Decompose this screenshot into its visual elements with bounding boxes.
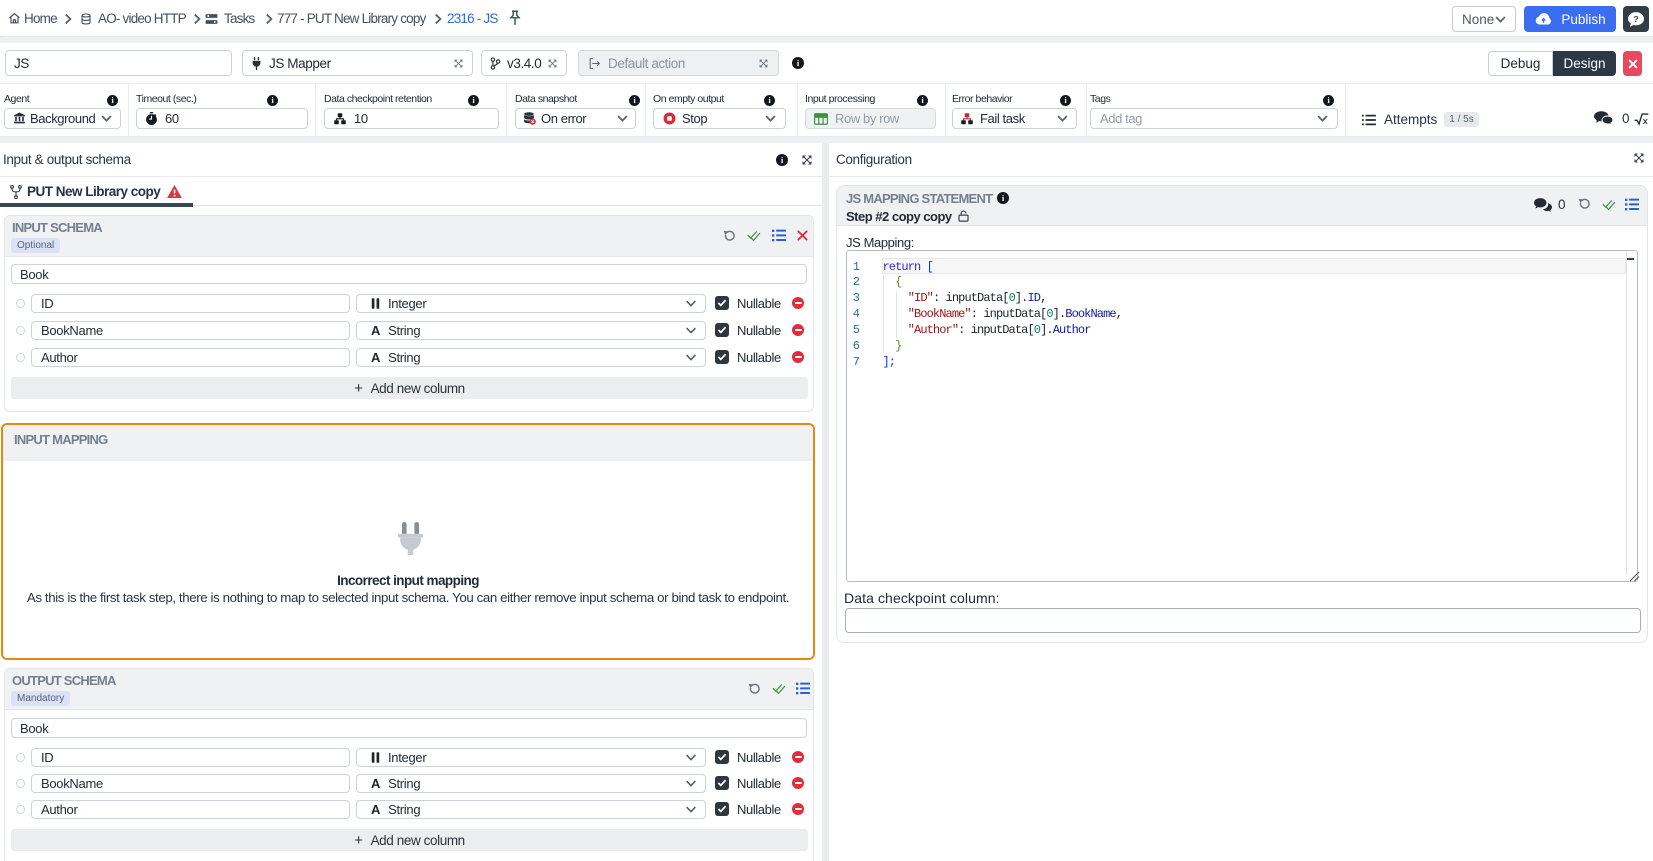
svg-text:?: ? bbox=[1633, 13, 1638, 23]
